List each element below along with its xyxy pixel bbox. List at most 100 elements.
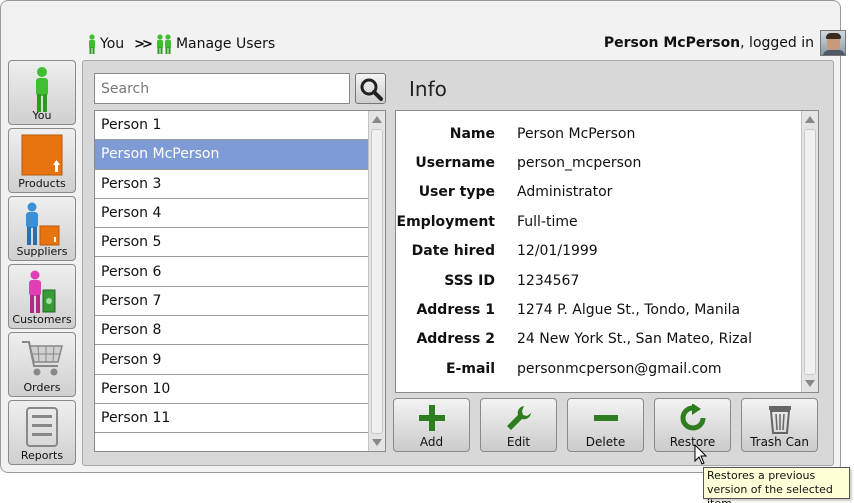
add-label: Add: [419, 435, 444, 449]
sidebar-item-suppliers[interactable]: Suppliers: [8, 196, 76, 261]
user-list-item[interactable]: Person 3: [95, 169, 369, 199]
user-list-item[interactable]: Person McPerson: [95, 140, 369, 170]
trash-icon: [768, 406, 791, 434]
search-icon: [360, 78, 383, 101]
restore-button[interactable]: Restore: [654, 398, 731, 452]
user-list-item[interactable]: Person 4: [95, 198, 369, 229]
user-list-item[interactable]: Person 11: [95, 403, 369, 434]
scroll-thumb[interactable]: [371, 129, 383, 434]
user-list-item[interactable]: Person 10: [95, 374, 369, 404]
avatar[interactable]: [820, 30, 846, 56]
user-list-item[interactable]: Person 1: [95, 111, 369, 141]
info-value: Full-time: [517, 213, 578, 230]
add-button[interactable]: Add: [393, 398, 470, 452]
info-row: E-mail personmcperson@gmail.com: [396, 354, 800, 383]
sidebar-item-label: Orders: [23, 381, 61, 394]
info-panel: Name Person McPerson Username person_mcpers…: [395, 110, 819, 393]
user-list-item[interactable]: Person 6: [95, 257, 369, 287]
sidebar-item-label: Reports: [20, 449, 64, 462]
info-row: Name Person McPerson: [396, 119, 800, 148]
wrench-icon: [506, 406, 531, 430]
plus-icon: [418, 405, 445, 431]
scroll-thumb[interactable]: [804, 129, 816, 375]
info-label: Address 1: [416, 302, 495, 319]
scroll-down-icon[interactable]: [805, 380, 815, 387]
restore-label: Restore: [669, 435, 716, 449]
scroll-down-icon[interactable]: [372, 439, 382, 446]
info-label: SSS ID: [444, 272, 495, 289]
info-row: Username person_mcperson: [396, 148, 800, 177]
info-row: Employment Full-time: [396, 207, 800, 236]
info-value: Administrator: [517, 184, 613, 201]
breadcrumb-you[interactable]: You: [88, 34, 124, 54]
info-value: personmcperson@gmail.com: [517, 360, 722, 377]
user-list-scrollbar[interactable]: [368, 111, 385, 451]
info-label: E-mail: [445, 360, 495, 377]
info-row: Date hired 12/01/1999: [396, 237, 800, 266]
box-orange-icon: [21, 134, 63, 176]
sidebar-item-label: Customers: [12, 313, 72, 326]
action-bar: Add Edit Delete Restore Trash Can: [393, 398, 818, 452]
info-value: 24 New York St., San Mateo, Rizal: [517, 331, 752, 348]
info-scrollbar[interactable]: [801, 111, 818, 392]
info-row: Address 2 24 New York St., San Mateo, Riz…: [396, 325, 800, 354]
info-value: 1274 P. Algue St., Tondo, Manila: [517, 302, 741, 319]
scroll-up-icon[interactable]: [372, 116, 382, 123]
search-input[interactable]: [94, 73, 350, 104]
info-row: User type Administrator: [396, 178, 800, 207]
restore-tooltip: Restores a previous version of the selec…: [703, 467, 850, 503]
users-green-icon: [156, 34, 171, 54]
sidebar-item-customers[interactable]: Customers: [8, 264, 76, 329]
scroll-up-icon[interactable]: [805, 116, 815, 123]
edit-button[interactable]: Edit: [480, 398, 557, 452]
info-value: person_mcperson: [517, 155, 642, 172]
session-info: Person McPerson, logged in: [604, 30, 846, 56]
breadcrumb-manage-users[interactable]: Manage Users: [156, 34, 275, 54]
supplier-icon: [26, 202, 60, 246]
info-title: Info: [409, 77, 447, 101]
customer-icon: [29, 270, 56, 313]
info-label: Date hired: [411, 243, 495, 260]
sidebar-item-label: Suppliers: [16, 245, 68, 258]
sidebar-item-orders[interactable]: Orders: [8, 332, 76, 397]
breadcrumb-you-label: You: [100, 36, 125, 52]
search-bar: [94, 73, 386, 104]
info-label: Username: [415, 155, 495, 172]
info-row: Address 1 1274 P. Algue St., Tondo, Manil…: [396, 295, 800, 324]
delete-button[interactable]: Delete: [567, 398, 644, 452]
search-button[interactable]: [355, 73, 386, 104]
user-list: Person 1 Person McPerson Person 3 Person 4P…: [94, 110, 386, 452]
info-value: Person McPerson: [517, 125, 636, 142]
mouse-cursor-icon: [694, 444, 708, 465]
info-label: Address 2: [416, 331, 495, 348]
trash-can-label: Trash Can: [750, 435, 809, 449]
breadcrumb-manage-users-label: Manage Users: [175, 36, 276, 52]
sidebar-item-label: Products: [18, 177, 66, 190]
info-fields: Name Person McPerson Username person_mcpers…: [396, 119, 800, 384]
user-list-rows: Person 1 Person McPerson Person 3 Person 4P…: [95, 111, 369, 434]
session-suffix: , logged in: [740, 35, 814, 51]
breadcrumb: You >> Manage Users: [88, 32, 275, 56]
sidebar-item-you[interactable]: You: [8, 60, 76, 125]
user-list-item[interactable]: Person 9: [95, 345, 369, 375]
info-value: 12/01/1999: [517, 243, 598, 260]
cart-icon: [22, 341, 63, 376]
sidebar: You Products Suppliers Customers Orders …: [8, 60, 76, 468]
person-green-icon: [89, 34, 95, 54]
info-label: User type: [418, 184, 495, 201]
session-user-name: Person McPerson: [603, 35, 741, 51]
trash-can-button[interactable]: Trash Can: [741, 398, 818, 452]
user-list-item[interactable]: Person 7: [95, 286, 369, 317]
breadcrumb-separator: >>: [134, 36, 153, 52]
info-value: 1234567: [517, 272, 580, 289]
user-list-item[interactable]: Person 5: [95, 228, 369, 258]
sidebar-item-reports[interactable]: Reports: [8, 400, 76, 465]
person-green-icon: [36, 67, 48, 112]
sidebar-item-products[interactable]: Products: [8, 128, 76, 193]
delete-label: Delete: [585, 435, 626, 449]
info-label: Name: [449, 125, 495, 142]
info-label: Employment: [396, 213, 495, 230]
report-icon: [26, 407, 58, 447]
edit-label: Edit: [506, 435, 531, 449]
user-list-item[interactable]: Person 8: [95, 316, 369, 346]
